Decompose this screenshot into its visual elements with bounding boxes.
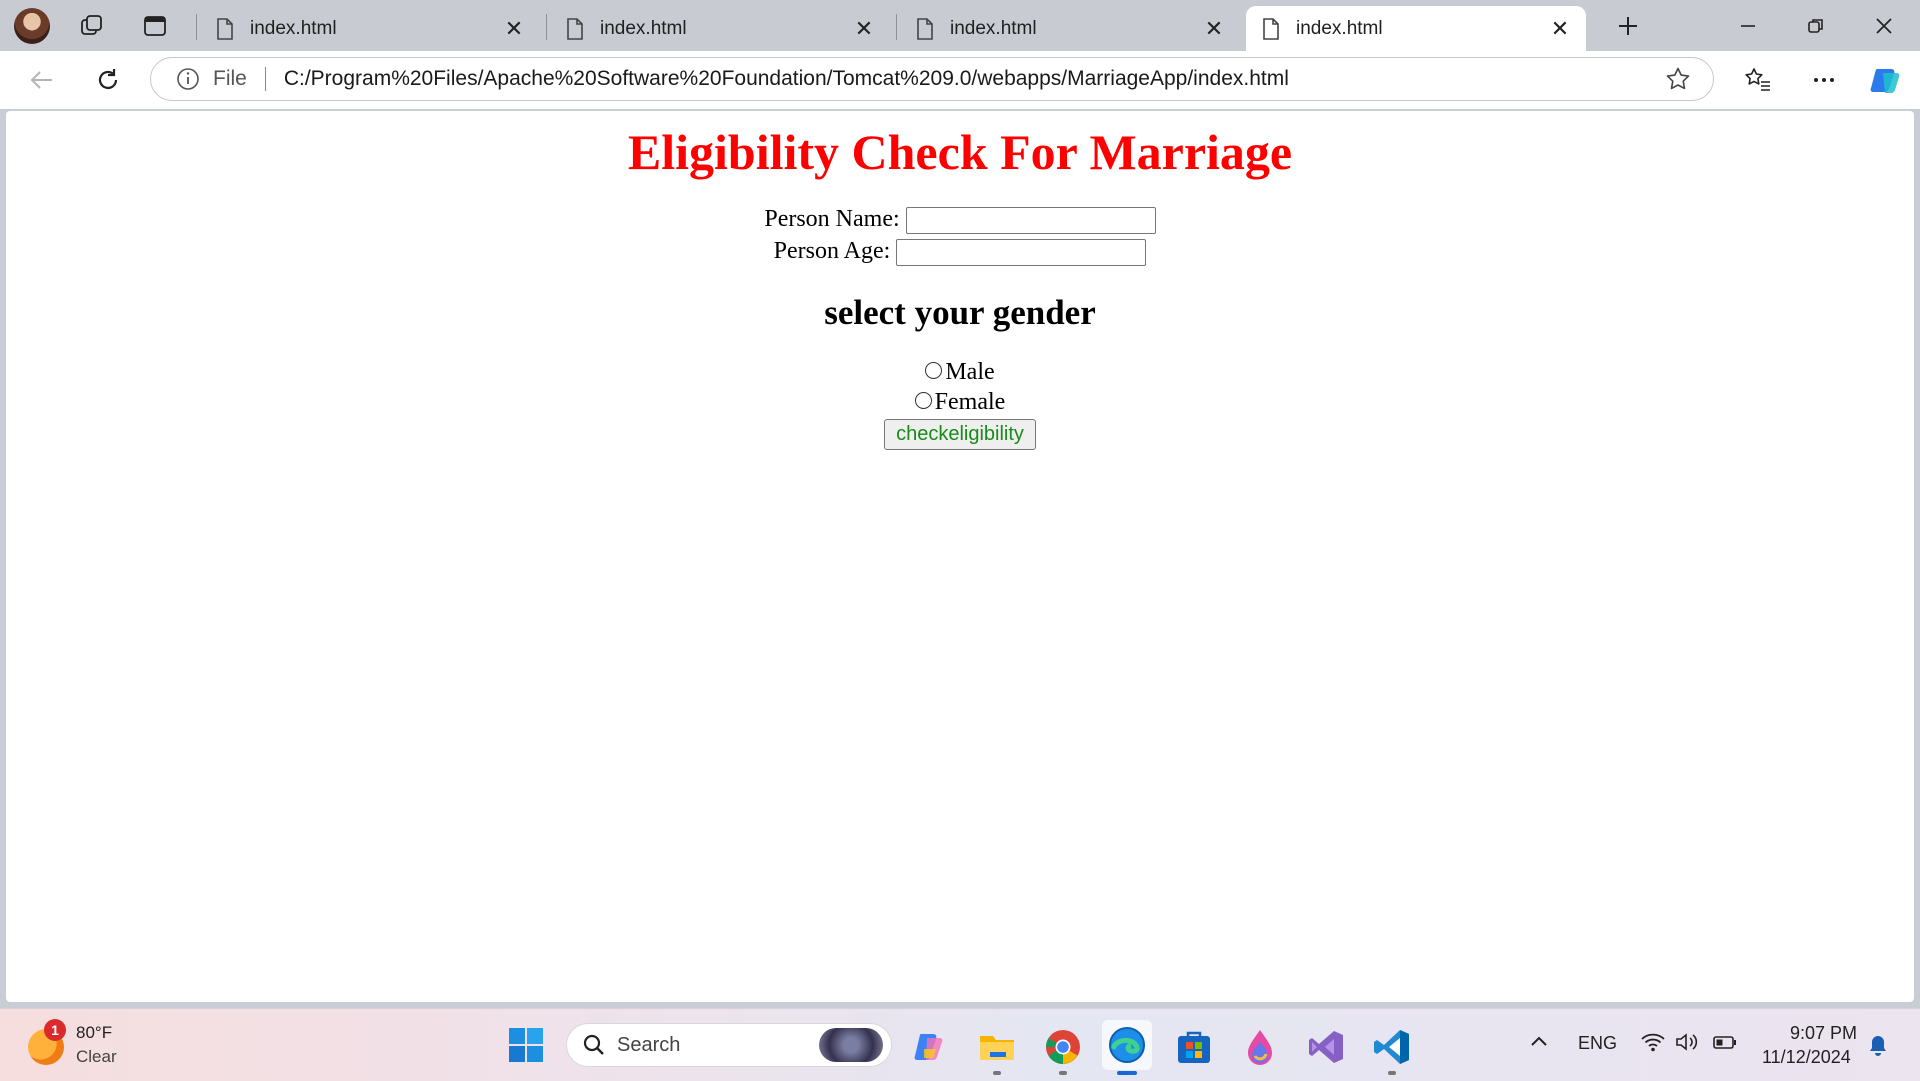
- tab-title: index.html: [950, 17, 1037, 39]
- tab-title: index.html: [1296, 17, 1383, 39]
- tab-actions-icon[interactable]: [141, 12, 169, 40]
- clock-date[interactable]: 11/12/2024: [1762, 1047, 1851, 1068]
- site-scheme-label: File: [213, 67, 247, 90]
- new-tab-icon[interactable]: [1614, 12, 1642, 40]
- female-label: Female: [934, 389, 1006, 415]
- favorite-star-icon[interactable]: [1663, 64, 1693, 94]
- running-indicator: [993, 1071, 1001, 1075]
- microsoft-store-icon[interactable]: [1174, 1027, 1214, 1067]
- person-name-label: Person Name:: [764, 206, 900, 232]
- minimize-icon[interactable]: [1718, 6, 1778, 46]
- taskbar-search[interactable]: Search: [566, 1023, 892, 1067]
- weather-condition[interactable]: Clear: [76, 1047, 117, 1067]
- address-divider: [264, 67, 266, 91]
- person-age-label: Person Age:: [773, 238, 891, 264]
- tab-1[interactable]: index.html ✕: [200, 6, 540, 51]
- notification-badge: 1: [44, 1019, 66, 1041]
- check-eligibility-button[interactable]: checkeligibility: [884, 419, 1036, 450]
- search-placeholder: Search: [617, 1033, 681, 1056]
- tab-title: index.html: [600, 17, 687, 39]
- restore-icon[interactable]: [1786, 6, 1846, 46]
- notification-bell-icon[interactable]: [1866, 1033, 1890, 1064]
- windows-start-icon[interactable]: [508, 1027, 544, 1063]
- chrome-icon[interactable]: [1043, 1027, 1083, 1067]
- wifi-icon[interactable]: [1640, 1031, 1666, 1058]
- tab-3[interactable]: index.html ✕: [900, 6, 1240, 51]
- edge-icon[interactable]: [1102, 1020, 1152, 1070]
- gender-option-female: Female: [6, 387, 1914, 417]
- page-viewport: Eligibility Check For Marriage Person Na…: [6, 111, 1914, 1002]
- file-explorer-icon[interactable]: [977, 1027, 1017, 1067]
- document-icon: [217, 17, 233, 40]
- running-indicator: [1388, 1071, 1396, 1075]
- search-icon: [583, 1034, 604, 1055]
- copilot-icon[interactable]: [1866, 60, 1906, 100]
- close-icon[interactable]: ✕: [1548, 16, 1572, 42]
- person-name-input[interactable]: [905, 206, 1156, 234]
- workspaces-icon[interactable]: [78, 12, 106, 40]
- browser-toolbar: File C:/Program%20Files/Apache%20Softwar…: [0, 51, 1920, 109]
- profile-avatar[interactable]: [14, 8, 50, 44]
- more-options-icon[interactable]: [1804, 60, 1844, 100]
- copilot-app-icon[interactable]: [910, 1027, 950, 1067]
- paint-icon[interactable]: [1240, 1027, 1280, 1067]
- tab-title: index.html: [250, 17, 337, 39]
- clock-time[interactable]: 9:07 PM: [1790, 1023, 1857, 1044]
- running-indicator: [1059, 1071, 1067, 1075]
- refresh-icon[interactable]: [88, 60, 128, 100]
- close-icon[interactable]: ✕: [1202, 16, 1226, 42]
- tab-separator: [196, 14, 197, 40]
- favorites-icon[interactable]: [1738, 60, 1778, 100]
- document-icon: [567, 17, 583, 40]
- language-indicator[interactable]: ENG: [1578, 1033, 1617, 1054]
- name-row: Person Name:: [6, 203, 1914, 235]
- address-bar[interactable]: File C:/Program%20Files/Apache%20Softwar…: [150, 57, 1714, 101]
- taskbar: 1 80°F Clear Search ENG 9:07 PM 11/12/20…: [0, 1008, 1920, 1081]
- gender-option-male: Male: [6, 357, 1914, 387]
- male-label: Male: [945, 359, 995, 385]
- url-text[interactable]: C:/Program%20Files/Apache%20Software%20F…: [284, 67, 1663, 91]
- close-icon[interactable]: ✕: [852, 16, 876, 42]
- person-age-input[interactable]: [896, 238, 1147, 266]
- tab-separator: [896, 14, 897, 40]
- male-radio[interactable]: [925, 361, 943, 379]
- female-radio[interactable]: [914, 391, 932, 409]
- chevron-up-icon[interactable]: [1528, 1031, 1550, 1058]
- weather-temperature[interactable]: 80°F: [76, 1023, 112, 1043]
- battery-icon[interactable]: [1712, 1031, 1738, 1058]
- visual-studio-icon[interactable]: [1306, 1027, 1346, 1067]
- page-content: Eligibility Check For Marriage Person Na…: [6, 111, 1914, 450]
- search-highlight-image: [819, 1028, 883, 1062]
- active-app-indicator: [1117, 1071, 1137, 1075]
- tab-separator: [546, 14, 547, 40]
- back-icon[interactable]: [22, 60, 62, 100]
- volume-icon[interactable]: [1674, 1031, 1700, 1058]
- vscode-icon[interactable]: [1372, 1027, 1412, 1067]
- document-icon: [1263, 17, 1279, 40]
- document-icon: [917, 17, 933, 40]
- tab-4-active[interactable]: index.html ✕: [1246, 6, 1586, 51]
- close-icon[interactable]: ✕: [502, 16, 526, 42]
- info-icon[interactable]: [175, 66, 201, 92]
- close-window-icon[interactable]: [1854, 6, 1914, 46]
- tab-2[interactable]: index.html ✕: [550, 6, 890, 51]
- page-title: Eligibility Check For Marriage: [627, 124, 1293, 180]
- tab-strip: index.html ✕ index.html ✕ index.html ✕ i…: [0, 0, 1920, 51]
- gender-heading: select your gender: [824, 293, 1096, 332]
- age-row: Person Age:: [6, 235, 1914, 267]
